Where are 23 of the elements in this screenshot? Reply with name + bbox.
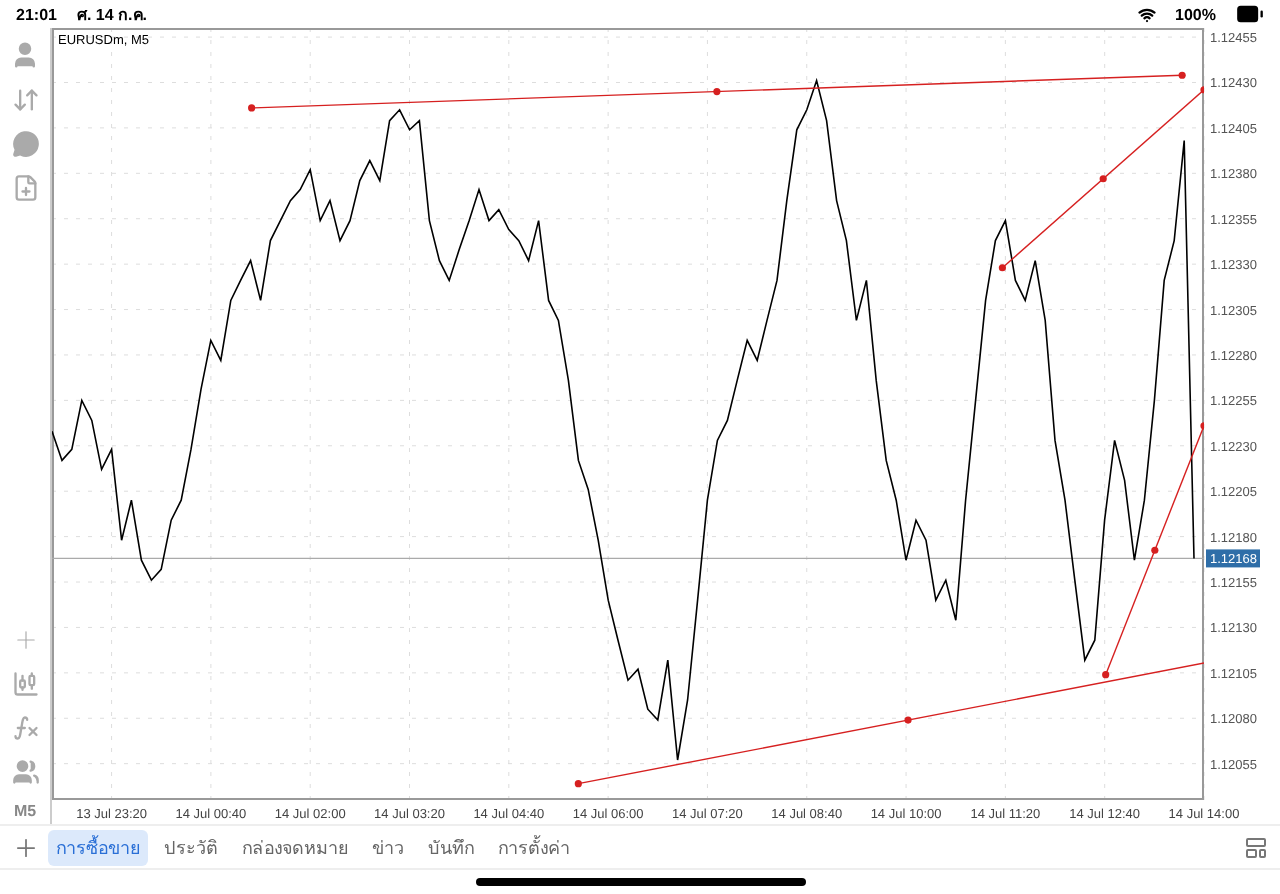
chat-icon[interactable] [11,130,39,158]
trade-icon[interactable] [11,86,39,114]
status-date: ศ. 14 ก.ค. [76,3,147,27]
tab[interactable]: ประวัติ [156,829,226,865]
wifi-icon [1137,5,1156,23]
timeframe-button[interactable]: M5 [13,802,37,820]
account-icon[interactable] [10,40,40,70]
add-icon[interactable] [12,833,40,861]
crosshair-icon[interactable] [11,626,39,654]
tab[interactable]: กล่องจดหมาย [234,829,356,865]
candlestick-icon[interactable] [11,670,39,698]
battery-percent: 100% [1175,5,1216,23]
function-icon[interactable] [11,714,39,742]
tab[interactable]: ข่าว [364,829,412,865]
trend-line[interactable] [1102,422,1204,679]
users-icon[interactable] [11,758,39,786]
tab[interactable]: การซื้อขาย [48,829,148,865]
battery-icon [1236,0,1264,28]
tab[interactable]: การตั้งค่า [490,829,578,865]
new-document-icon[interactable] [11,174,39,202]
tab[interactable]: บันทึก [420,829,482,865]
status-time: 21:01 [16,5,57,23]
layout-icon[interactable] [1244,835,1268,859]
